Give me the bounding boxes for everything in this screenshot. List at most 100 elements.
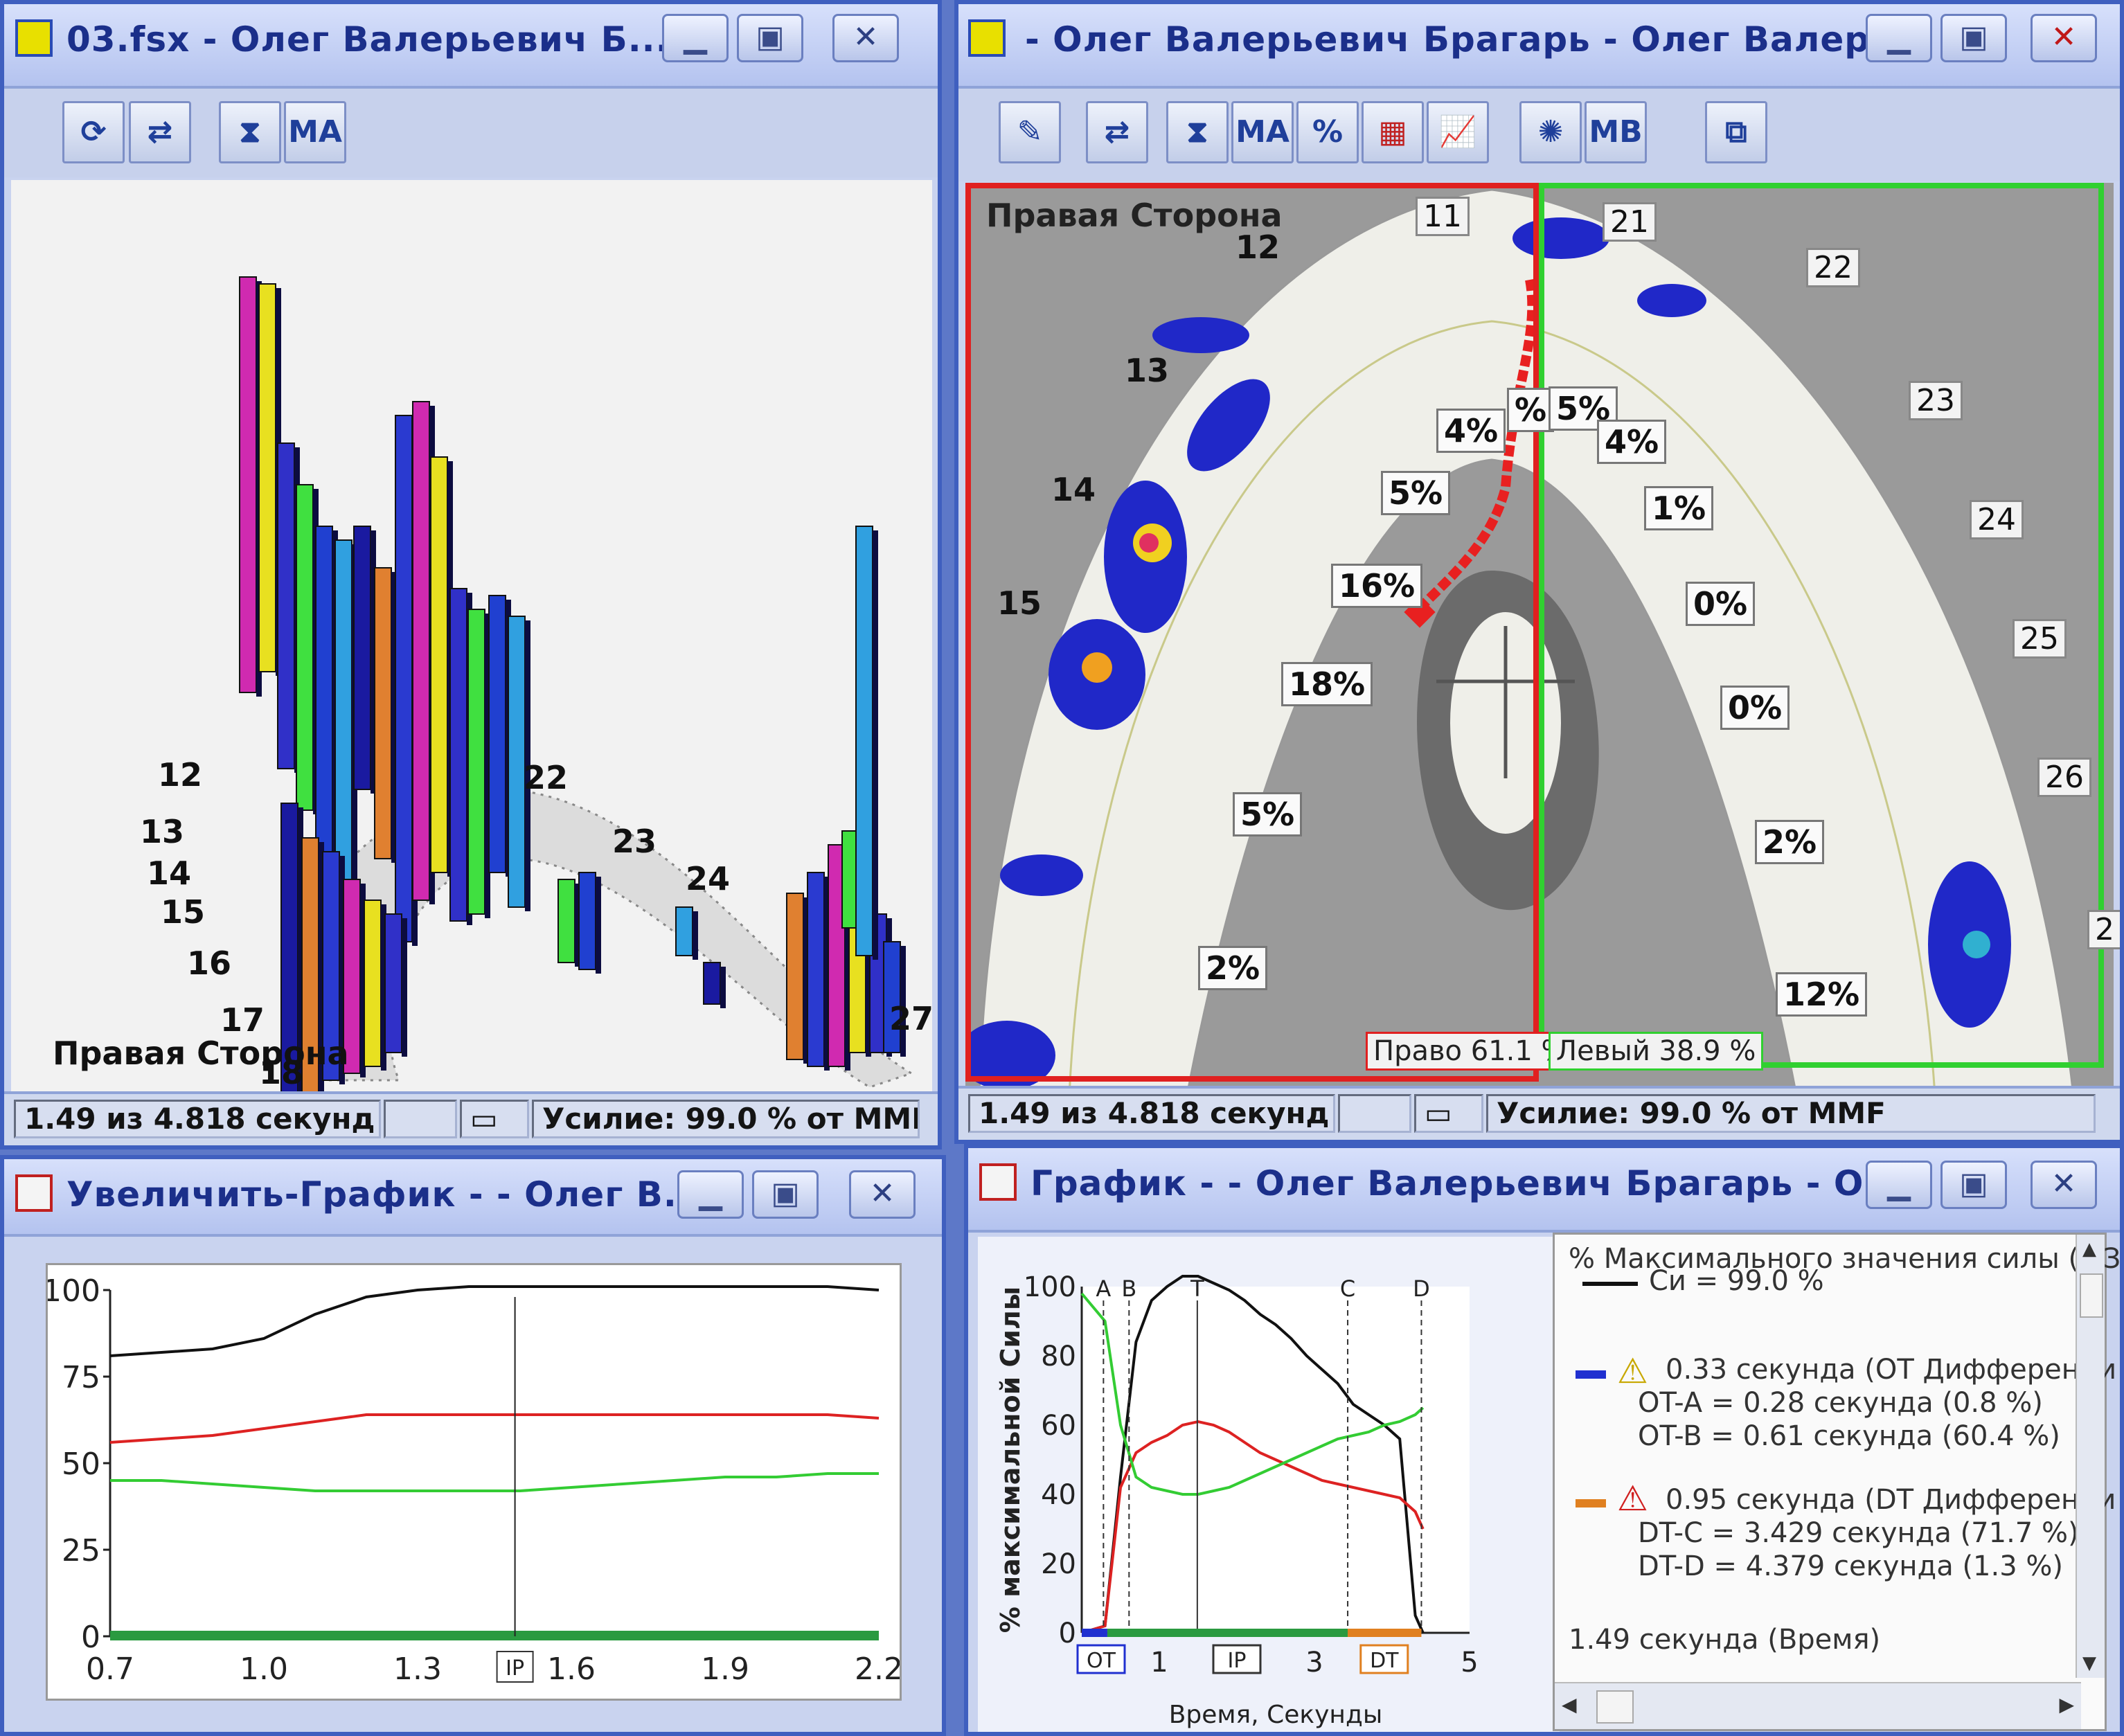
x-tick-label: 1.6 [547,1652,596,1687]
scroll-down-icon[interactable]: ▼ [2082,1653,2096,1674]
close-button[interactable]: ✕ [2031,14,2097,62]
tooth-number-21: 21 [1603,202,1657,242]
minimize-button[interactable]: ▁ [662,14,729,62]
window-title: Увеличить-График - - Олег В... [66,1174,705,1215]
x-tick-label: 1.3 [393,1652,442,1687]
maximize-button[interactable]: ▣ [1940,14,2007,62]
scroll-up-icon[interactable]: ▲ [2082,1239,2096,1260]
window-force-graph: График - - Олег Валерьевич Брагарь - Ол.… [964,1144,2124,1736]
minimize-button[interactable]: ▁ [1866,1161,1932,1209]
close-button[interactable]: ✕ [849,1170,916,1219]
close-button[interactable]: ✕ [832,14,899,62]
3d-bar-side [720,967,726,1008]
tooth-number-25: 25 [2013,619,2067,659]
window-title: 03.fsx - Олег Валерьевич Б... [66,19,670,60]
minimize-button[interactable]: ▁ [1866,14,1932,62]
tooth-label-14: 14 [147,854,192,892]
maximize-button[interactable]: ▣ [752,1170,819,1219]
color-grid-icon[interactable]: ▦ [1362,101,1424,163]
title-bar[interactable]: Увеличить-График - - Олег В... ▁ ▣ ✕ [4,1159,942,1237]
title-bar[interactable]: - Олег Валерьевич Брагарь - Олег Валер..… [958,4,2120,89]
scroll-thumb-horizontal[interactable] [1596,1690,1634,1724]
tooth-number-26: 26 [2037,758,2091,797]
tooth-number-23: 23 [1909,381,1963,420]
3d-bar [334,539,352,894]
hourglass-icon[interactable]: ⧗ [1166,101,1229,163]
rotate-3d-icon[interactable]: ⧉ [1705,101,1767,163]
status-bar: 1.49 из 4.818 секунд ▭ Усилие: 99.0 % от… [958,1086,2120,1140]
toolbar: ⟳ ⇄ ⧗ MA [4,89,938,177]
y-tick-label: 60 [1041,1410,1076,1442]
tooth-number-14: 14 [1051,471,1096,508]
graph-window-icon [979,1163,1017,1201]
graph-window-icon [15,1174,53,1212]
side-label: Правая Сторона [53,1035,349,1072]
3d-bar [353,526,371,790]
refresh-icon[interactable]: ⟳ [62,101,125,163]
tooth-number-15: 15 [997,584,1042,622]
burst-icon[interactable]: ✺ [1519,101,1582,163]
3d-bar [508,616,526,908]
swap-arrows-icon[interactable]: ⇄ [1086,101,1148,163]
tooth-number-27-partial: 2 [2087,910,2120,949]
tooth-label-13: 13 [140,813,185,850]
legend-scrollbar-horizontal[interactable]: ◀ ▶ [1555,1682,2081,1729]
x-axis-label: Время, Секунды [1169,1701,1383,1729]
force-chart-area: 100 80 60 40 20 0 1 3 5 % максимальной Силы Время,… [978,1237,1560,1732]
percent-right-5b: 5% [1233,792,1303,836]
maximize-button[interactable]: ▣ [1940,1161,2007,1209]
3d-bar [384,913,402,1053]
legend-si: Си = 99.0 % [1649,1265,1824,1297]
3d-bar [239,276,257,693]
legend-black-swatch [1582,1282,1638,1286]
ma-button[interactable]: MA [284,101,346,163]
scroll-thumb[interactable] [2080,1273,2103,1318]
3d-bar [374,567,392,859]
status-empty [384,1100,457,1138]
tooth-label-17: 17 [220,1001,265,1039]
maximize-button[interactable]: ▣ [737,14,803,62]
legend-ot-b: OT-B = 0.61 секунда (60.4 %) [1638,1420,2060,1452]
warning-icon: ⚠ [1617,1351,1648,1391]
3d-bar [412,401,430,901]
y-tick-label: 100 [1024,1271,1076,1303]
3d-bar [675,906,693,956]
toolbar: ✎ ⇄ ⧗ MA % ▦ 📈 ✺ МВ ⧉ [958,89,2120,181]
ip-phase-bar [1107,1629,1348,1637]
mb-button[interactable]: МВ [1585,101,1647,163]
legend-blue-swatch [1576,1370,1606,1379]
legend-time: 1.49 секунда (Время) [1569,1624,1881,1656]
percent-right-16: 16% [1331,564,1423,608]
tooth-number-22: 22 [1806,248,1860,287]
percent-right-18: 18% [1281,662,1373,706]
legend-ot-line: 0.33 секунда (OT Дифференци [1666,1354,2117,1386]
3d-bar-scene [239,276,914,1105]
left-total-label: Левый 38.9 % [1549,1032,1764,1071]
arch-map [958,183,2104,1097]
phase-box-label: OT [1087,1649,1116,1673]
percent-button[interactable]: % [1296,101,1359,163]
graph-icon[interactable]: 📈 [1427,101,1489,163]
3d-bar-side [693,911,698,960]
window-title: График - - Олег Валерьевич Брагарь - Ол.… [1030,1163,1931,1203]
scroll-left-icon[interactable]: ◀ [1562,1693,1577,1716]
minimize-button[interactable]: ▁ [677,1170,744,1219]
percent-left-12: 12% [1776,972,1868,1017]
swap-arrows-icon[interactable]: ⇄ [129,101,191,163]
x-tick-label: 0.7 [86,1652,134,1687]
close-button[interactable]: ✕ [2031,1161,2097,1209]
title-bar[interactable]: График - - Олег Валерьевич Брагарь - Ол.… [968,1148,2120,1233]
ma-button[interactable]: MA [1231,101,1294,163]
phase-bar [110,1631,879,1640]
status-empty [1338,1094,1411,1133]
legend-ot-a: OT-A = 0.28 секунда (0.8 %) [1638,1387,2043,1419]
hourglass-icon[interactable]: ⧗ [219,101,281,163]
scroll-right-icon[interactable]: ▶ [2059,1693,2074,1716]
3d-bar [449,588,467,922]
marker-label-D: D [1413,1276,1430,1302]
y-tick-label: 0 [1059,1618,1076,1649]
edit-icon[interactable]: ✎ [999,101,1061,163]
x-tick-label: 3 [1305,1647,1323,1679]
title-bar[interactable]: 03.fsx - Олег Валерьевич Б... ▁ ▣ ✕ [4,4,938,89]
legend-scrollbar-vertical[interactable]: ▲ ▼ [2076,1235,2105,1678]
